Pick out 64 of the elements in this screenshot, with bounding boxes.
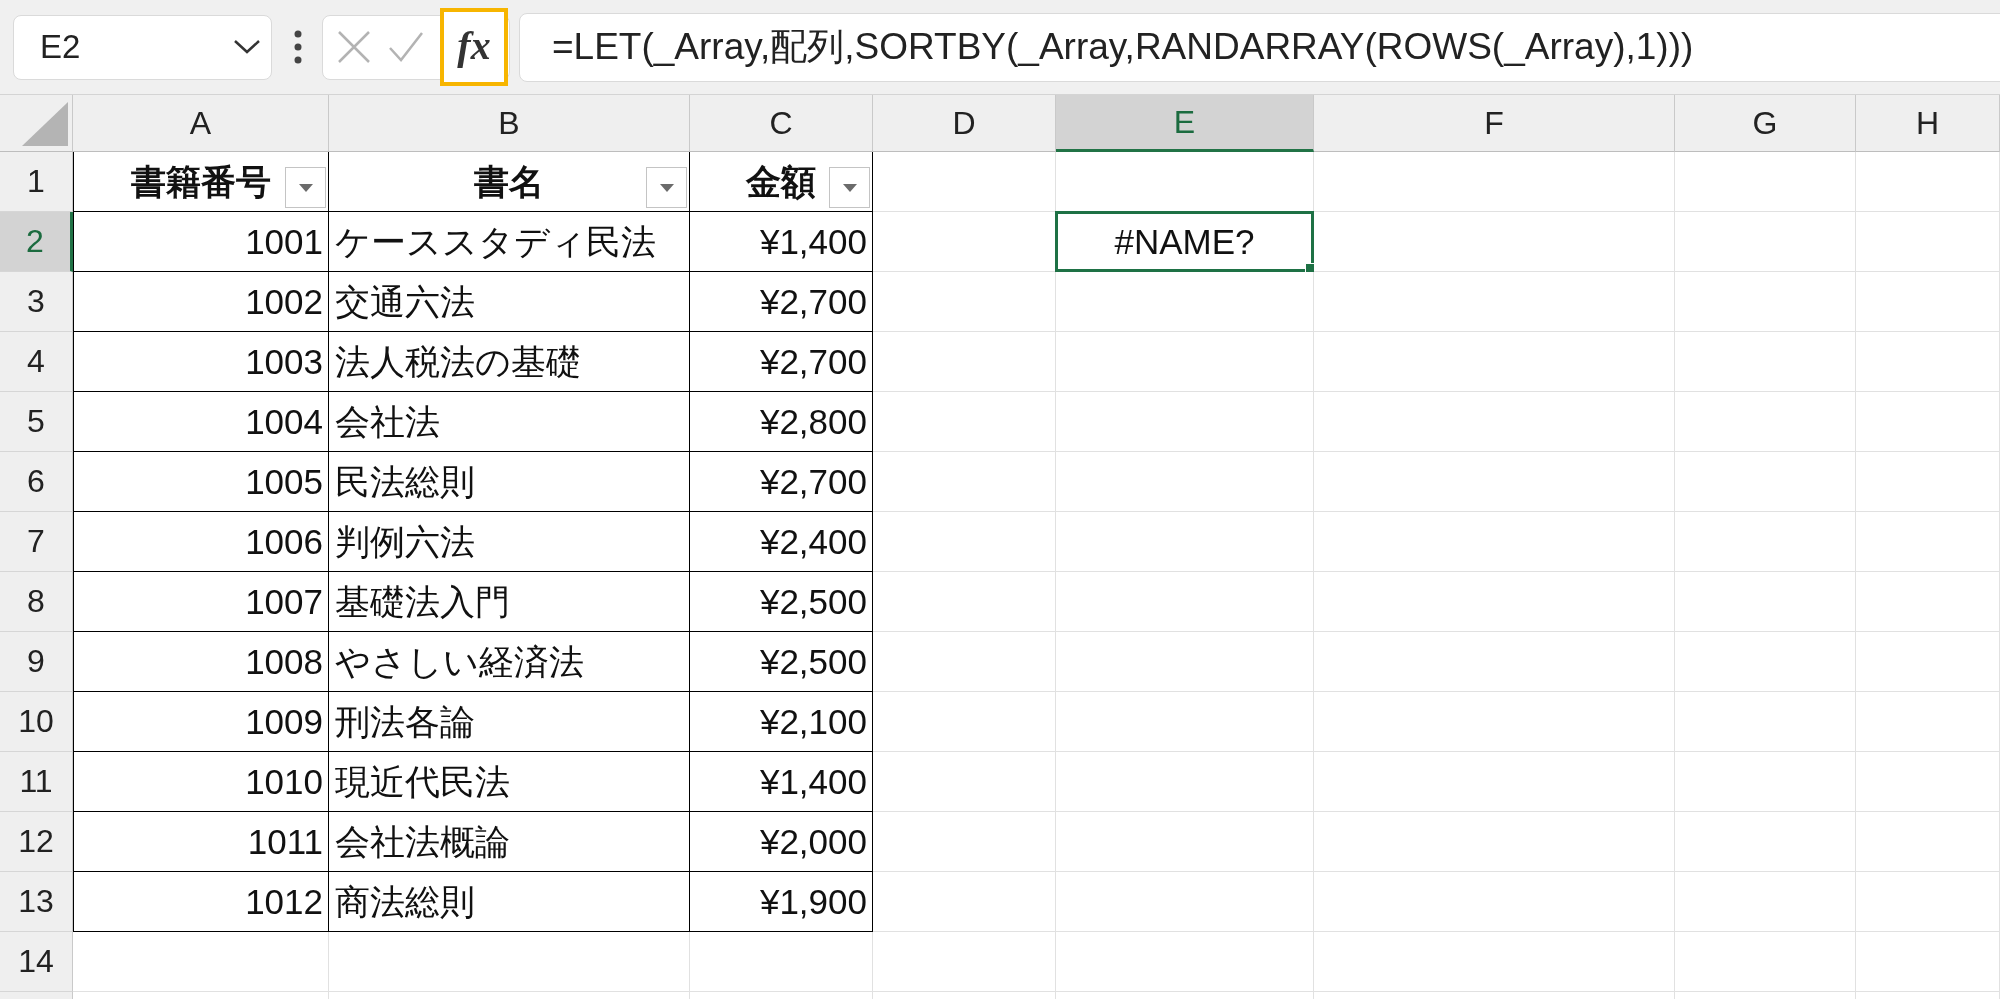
table-cell: ¥2,700 — [690, 272, 873, 332]
caret-down-icon — [659, 183, 674, 192]
table-cell: 1011 — [73, 812, 329, 872]
table-cell: 1003 — [73, 332, 329, 392]
table-cell: ¥2,500 — [690, 572, 873, 632]
table-cell: ¥2,700 — [690, 332, 873, 392]
table-cell: ¥1,400 — [690, 752, 873, 812]
column-header[interactable]: A — [73, 95, 329, 152]
table-cell: 1005 — [73, 452, 329, 512]
table-cell: 1009 — [73, 692, 329, 752]
fill-handle[interactable] — [1305, 263, 1314, 272]
formula-field[interactable]: =LET(_Array,配列,SORTBY(_Array,RANDARRAY(ROWS(_Array),1))) — [519, 12, 2000, 82]
table-cell: ¥2,100 — [690, 692, 873, 752]
column-header[interactable]: D — [873, 95, 1056, 152]
table-cell: 1002 — [73, 272, 329, 332]
table-cell: ¥2,800 — [690, 392, 873, 452]
column-header[interactable]: E — [1056, 95, 1314, 152]
table-cell: ケーススタディ民法 — [329, 212, 690, 272]
table-cell: 現近代民法 — [329, 752, 690, 812]
table-cell: 刑法各論 — [329, 692, 690, 752]
insert-function-button[interactable]: fx — [440, 8, 508, 86]
table-cell: ¥2,700 — [690, 452, 873, 512]
chevron-down-icon[interactable] — [233, 39, 261, 55]
table-cell: 1001 — [73, 212, 329, 272]
filter-button[interactable] — [829, 167, 870, 208]
vertical-dots-icon[interactable] — [294, 30, 302, 64]
table-cell: ¥1,400 — [690, 212, 873, 272]
column-header[interactable]: F — [1314, 95, 1675, 152]
filter-button[interactable] — [285, 167, 326, 208]
column-header[interactable]: C — [690, 95, 873, 152]
column-heading: 書名 — [474, 164, 544, 199]
row-header[interactable]: 2 — [0, 212, 73, 272]
cross-icon — [337, 30, 371, 64]
column-header[interactable]: B — [329, 95, 690, 152]
table-cell: 商法総則 — [329, 872, 690, 932]
table-cell: ¥1,900 — [690, 872, 873, 932]
table-cell: 判例六法 — [329, 512, 690, 572]
cell-value: #NAME? — [1114, 224, 1255, 259]
table-cell: 1004 — [73, 392, 329, 452]
table-cell: 1007 — [73, 572, 329, 632]
table-cell: 会社法概論 — [329, 812, 690, 872]
name-box[interactable]: E2 — [13, 14, 272, 80]
table-cell: 1010 — [73, 752, 329, 812]
caret-down-icon — [298, 183, 313, 192]
table-cell: ¥2,500 — [690, 632, 873, 692]
column-heading: 書籍番号 — [130, 164, 271, 199]
table-cell: 法人税法の基礎 — [329, 332, 690, 392]
table-cell: 基礎法入門 — [329, 572, 690, 632]
table-cell: 1008 — [73, 632, 329, 692]
active-cell[interactable]: #NAME? — [1055, 211, 1314, 272]
checkmark-icon — [389, 30, 423, 64]
column-heading: 金額 — [746, 164, 816, 199]
table-cell: 交通六法 — [329, 272, 690, 332]
table-cell: 民法総則 — [329, 452, 690, 512]
table-cell: 会社法 — [329, 392, 690, 452]
table-cell: やさしい経済法 — [329, 632, 690, 692]
table-cell: ¥2,400 — [690, 512, 873, 572]
column-header[interactable]: G — [1675, 95, 1856, 152]
table-cell: 1012 — [73, 872, 329, 932]
table-cell: 1006 — [73, 512, 329, 572]
column-header[interactable]: H — [1856, 95, 2000, 152]
caret-down-icon — [842, 183, 857, 192]
table-cell: ¥2,000 — [690, 812, 873, 872]
filter-button[interactable] — [646, 167, 687, 208]
